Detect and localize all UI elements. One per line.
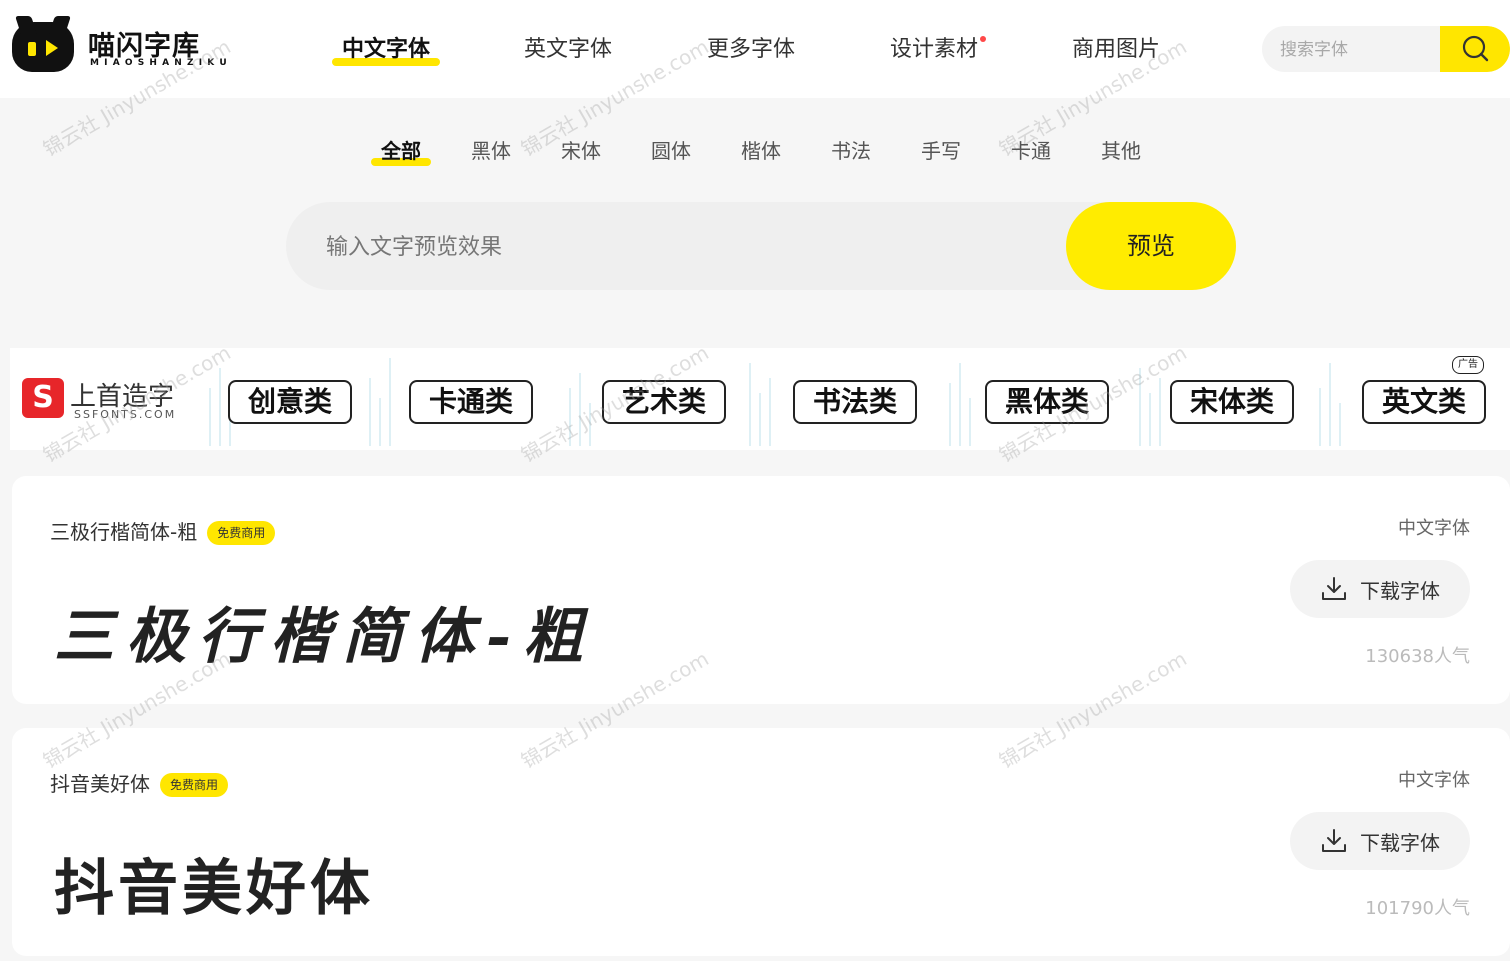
- filter-all[interactable]: 全部: [371, 136, 431, 166]
- banner-tag-creative[interactable]: 创意类: [228, 380, 352, 424]
- filter-label: 其他: [1101, 139, 1141, 163]
- filter-yuanti[interactable]: 圆体: [651, 136, 691, 166]
- search-input[interactable]: [1262, 26, 1462, 72]
- font-name[interactable]: 三极行楷简体-粗 免费商用: [50, 516, 276, 545]
- font-card[interactable]: 抖音美好体 免费商用 中文字体 抖音美好体 下载字体 101790人气: [12, 728, 1510, 956]
- download-icon: [1322, 829, 1346, 852]
- nav-label: 商用图片: [1072, 37, 1161, 62]
- filter-label: 手写: [921, 139, 961, 163]
- popularity-count: 130638人气: [1365, 646, 1470, 667]
- download-label: 下载字体: [1360, 579, 1440, 603]
- filter-cartoon[interactable]: 卡通: [1011, 136, 1051, 166]
- preview-text-input[interactable]: [286, 202, 1088, 292]
- nav-label: 设计素材: [890, 37, 979, 62]
- search-icon: [1462, 35, 1489, 62]
- download-label: 下载字体: [1360, 831, 1440, 855]
- nav-commercial-images[interactable]: 商用图片: [1072, 34, 1160, 68]
- top-header: 喵闪字库 MIAOSHANZIKU 中文字体 英文字体 更多字体 设计素材 商用…: [0, 0, 1510, 98]
- filter-label: 圆体: [651, 139, 691, 163]
- nav-label: 更多字体: [707, 37, 796, 62]
- search-button[interactable]: [1440, 26, 1510, 72]
- filter-heiti[interactable]: 黑体: [471, 136, 511, 166]
- nav-more-fonts[interactable]: 更多字体: [707, 34, 795, 68]
- filter-label: 楷体: [741, 139, 781, 163]
- filter-calligraphy[interactable]: 书法: [831, 136, 871, 166]
- ssfonts-logo: S 上首造字 SSFONTS.COM: [22, 376, 192, 426]
- font-category: 中文字体: [1398, 518, 1470, 539]
- nav-english-fonts[interactable]: 英文字体: [524, 34, 612, 68]
- download-button[interactable]: 下载字体: [1290, 560, 1470, 618]
- font-name[interactable]: 抖音美好体 免费商用: [50, 768, 229, 797]
- filter-label: 卡通: [1011, 139, 1051, 163]
- download-icon: [1322, 577, 1346, 600]
- cat-logo-icon: [12, 16, 74, 72]
- free-commercial-badge: 免费商用: [207, 521, 276, 545]
- font-category: 中文字体: [1398, 770, 1470, 791]
- nav-design-materials[interactable]: 设计素材: [890, 34, 987, 68]
- font-preview[interactable]: 抖音美好体: [54, 840, 374, 927]
- logo-subtitle: MIAOSHANZIKU: [90, 58, 232, 68]
- nav-label: 中文字体: [342, 37, 431, 62]
- font-preview[interactable]: 三极行楷简体-粗: [54, 588, 595, 675]
- filter-songti[interactable]: 宋体: [561, 136, 601, 166]
- nav-chinese-fonts[interactable]: 中文字体: [332, 34, 441, 68]
- banner-tag-songti[interactable]: 宋体类: [1170, 380, 1294, 424]
- banner-tag-english[interactable]: 英文类: [1362, 380, 1486, 424]
- ad-banner[interactable]: S 上首造字 SSFONTS.COM 创意类 卡通类 艺术类 书法类 黑体类 宋…: [10, 348, 1510, 450]
- filter-other[interactable]: 其他: [1101, 136, 1141, 166]
- font-name-text: 三极行楷简体-粗: [50, 520, 198, 544]
- filter-label: 书法: [831, 139, 871, 163]
- search-box: [1262, 26, 1510, 72]
- banner-tag-art[interactable]: 艺术类: [602, 380, 726, 424]
- filter-kaiti[interactable]: 楷体: [741, 136, 781, 166]
- filter-label: 全部: [381, 139, 421, 163]
- popularity-count: 101790人气: [1365, 898, 1470, 919]
- preview-button[interactable]: 预览: [1066, 202, 1236, 290]
- ad-badge: 广告: [1452, 356, 1484, 374]
- preview-bar: 预览: [286, 202, 1236, 292]
- filter-label: 宋体: [561, 139, 601, 163]
- notification-dot: [980, 36, 987, 42]
- font-name-text: 抖音美好体: [50, 772, 150, 796]
- ssfonts-logo-mark: S: [22, 378, 64, 418]
- filter-handwriting[interactable]: 手写: [921, 136, 961, 166]
- ssfonts-url: SSFONTS.COM: [74, 408, 177, 421]
- nav-label: 英文字体: [524, 37, 613, 62]
- banner-tag-calligraphy[interactable]: 书法类: [793, 380, 917, 424]
- download-button[interactable]: 下载字体: [1290, 812, 1470, 870]
- banner-tag-heiti[interactable]: 黑体类: [985, 380, 1109, 424]
- filter-label: 黑体: [471, 139, 511, 163]
- banner-tag-cartoon[interactable]: 卡通类: [409, 380, 533, 424]
- free-commercial-badge: 免费商用: [160, 773, 229, 797]
- site-logo[interactable]: 喵闪字库 MIAOSHANZIKU: [12, 16, 227, 74]
- font-card[interactable]: 三极行楷简体-粗 免费商用 中文字体 三极行楷简体-粗 下载字体 130638人气: [12, 476, 1510, 704]
